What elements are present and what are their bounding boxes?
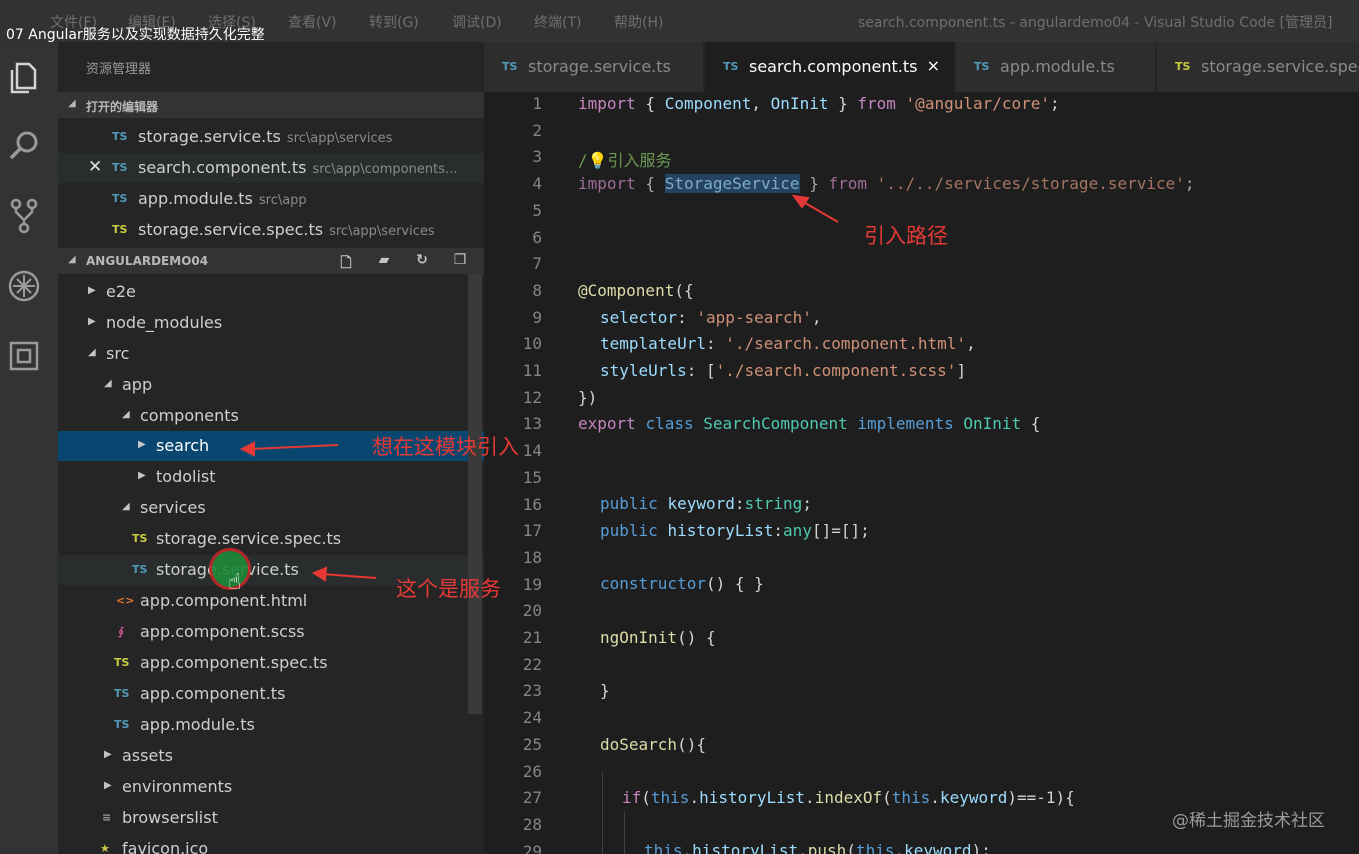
pointer-cursor-icon: ☝: [228, 570, 242, 595]
watermark: @稀土掘金技术社区: [1172, 811, 1325, 831]
arrow-import-path: [799, 199, 839, 223]
arrow-head: [791, 194, 810, 209]
annotation-is-service: 这个是服务: [396, 577, 501, 601]
arrow-head: [311, 566, 328, 582]
arrow-head: [239, 441, 255, 457]
annotation-arrows: [239, 194, 839, 582]
arrow-service-file: [321, 573, 377, 579]
annotation-want-import: 想在这模块引入: [372, 435, 519, 459]
annotation-import-path: 引入路径: [864, 224, 948, 248]
arrow-search-folder: [249, 444, 339, 450]
